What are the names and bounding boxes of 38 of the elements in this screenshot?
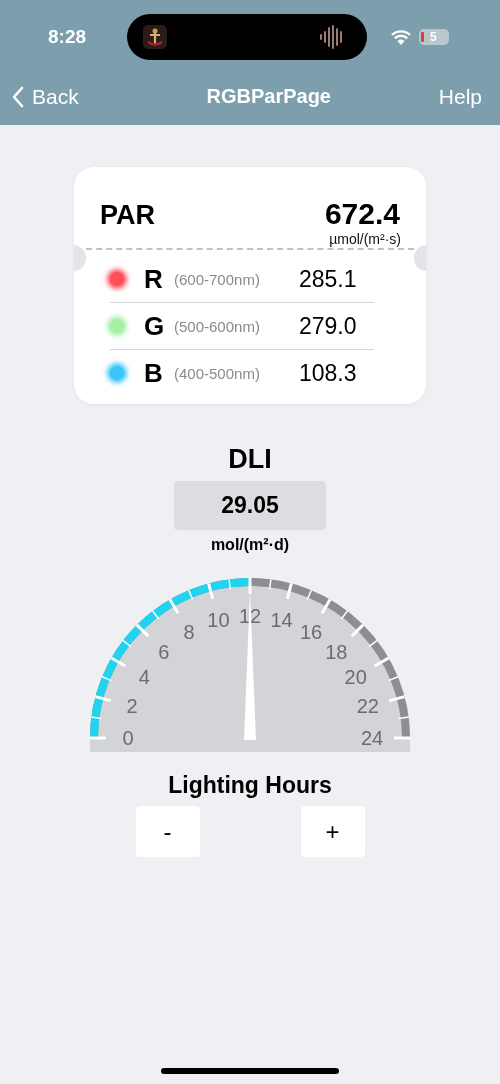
- battery-indicator: 5: [419, 29, 449, 45]
- par-value: 672.4: [324, 197, 400, 231]
- app-icon: [143, 25, 167, 49]
- lighting-hours-title: Lighting Hours: [168, 772, 332, 799]
- par-unit: µmol/(m²·s): [329, 231, 401, 247]
- channel-range: (600-700nm): [174, 270, 261, 288]
- gauge-label: 4: [138, 666, 150, 688]
- gauge-label: 10: [207, 609, 230, 632]
- channel-value: 279.0: [299, 312, 357, 340]
- gauge-label: 12: [238, 605, 262, 627]
- dli-title: DLI: [228, 444, 272, 475]
- channel-value: 108.3: [299, 359, 357, 387]
- channel-value: 285.1: [299, 265, 357, 293]
- channel-range: (400-500nm): [174, 364, 261, 382]
- page-title: RGBParPage: [206, 85, 331, 108]
- gauge-label: 2: [126, 695, 138, 718]
- gauge-label: 24: [360, 727, 384, 749]
- gauge-label: 16: [299, 621, 323, 644]
- status-time: 8:28: [48, 26, 88, 48]
- gauge-label: 18: [325, 640, 348, 663]
- gauge-label: 22: [356, 695, 379, 718]
- wifi-icon: [391, 29, 411, 45]
- chevron-icon: [12, 85, 24, 108]
- dli-unit: mol/(m²·d): [210, 536, 290, 554]
- decrease-button[interactable]: -: [135, 806, 200, 857]
- channel-range: (500-600nm): [174, 317, 261, 335]
- channel-letter: B: [144, 357, 164, 389]
- gauge-label: 20: [344, 666, 367, 688]
- gauge-label: 0: [122, 727, 134, 749]
- dli-value: 29.05: [174, 481, 326, 530]
- gauge-label: 8: [183, 621, 195, 644]
- gauge-label: 6: [158, 640, 170, 663]
- channel-letter: G: [144, 310, 166, 342]
- par-label: PAR: [100, 200, 155, 231]
- waveform-icon: [319, 24, 345, 50]
- channel-letter: R: [144, 263, 164, 295]
- gauge-label: 14: [270, 609, 293, 632]
- increase-button[interactable]: +: [300, 806, 365, 857]
